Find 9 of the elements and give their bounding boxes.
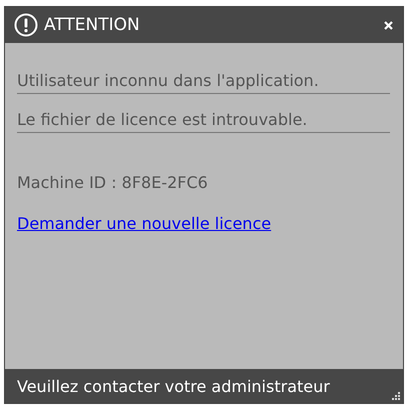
request-license-link[interactable]: Demander une nouvelle licence [17,214,272,233]
footer-message: Veuillez contacter votre administrateur [17,376,331,396]
close-button[interactable] [382,18,395,32]
error-message: Le fichier de licence est introuvable. [17,110,390,133]
window-title: ATTENTION [44,15,141,35]
machine-id: Machine ID : 8F8E-2FC6 [17,173,209,192]
resize-grip-icon[interactable] [392,392,400,400]
error-message: Utilisateur inconnu dans l'application. [17,71,390,94]
warning-icon [14,13,38,37]
